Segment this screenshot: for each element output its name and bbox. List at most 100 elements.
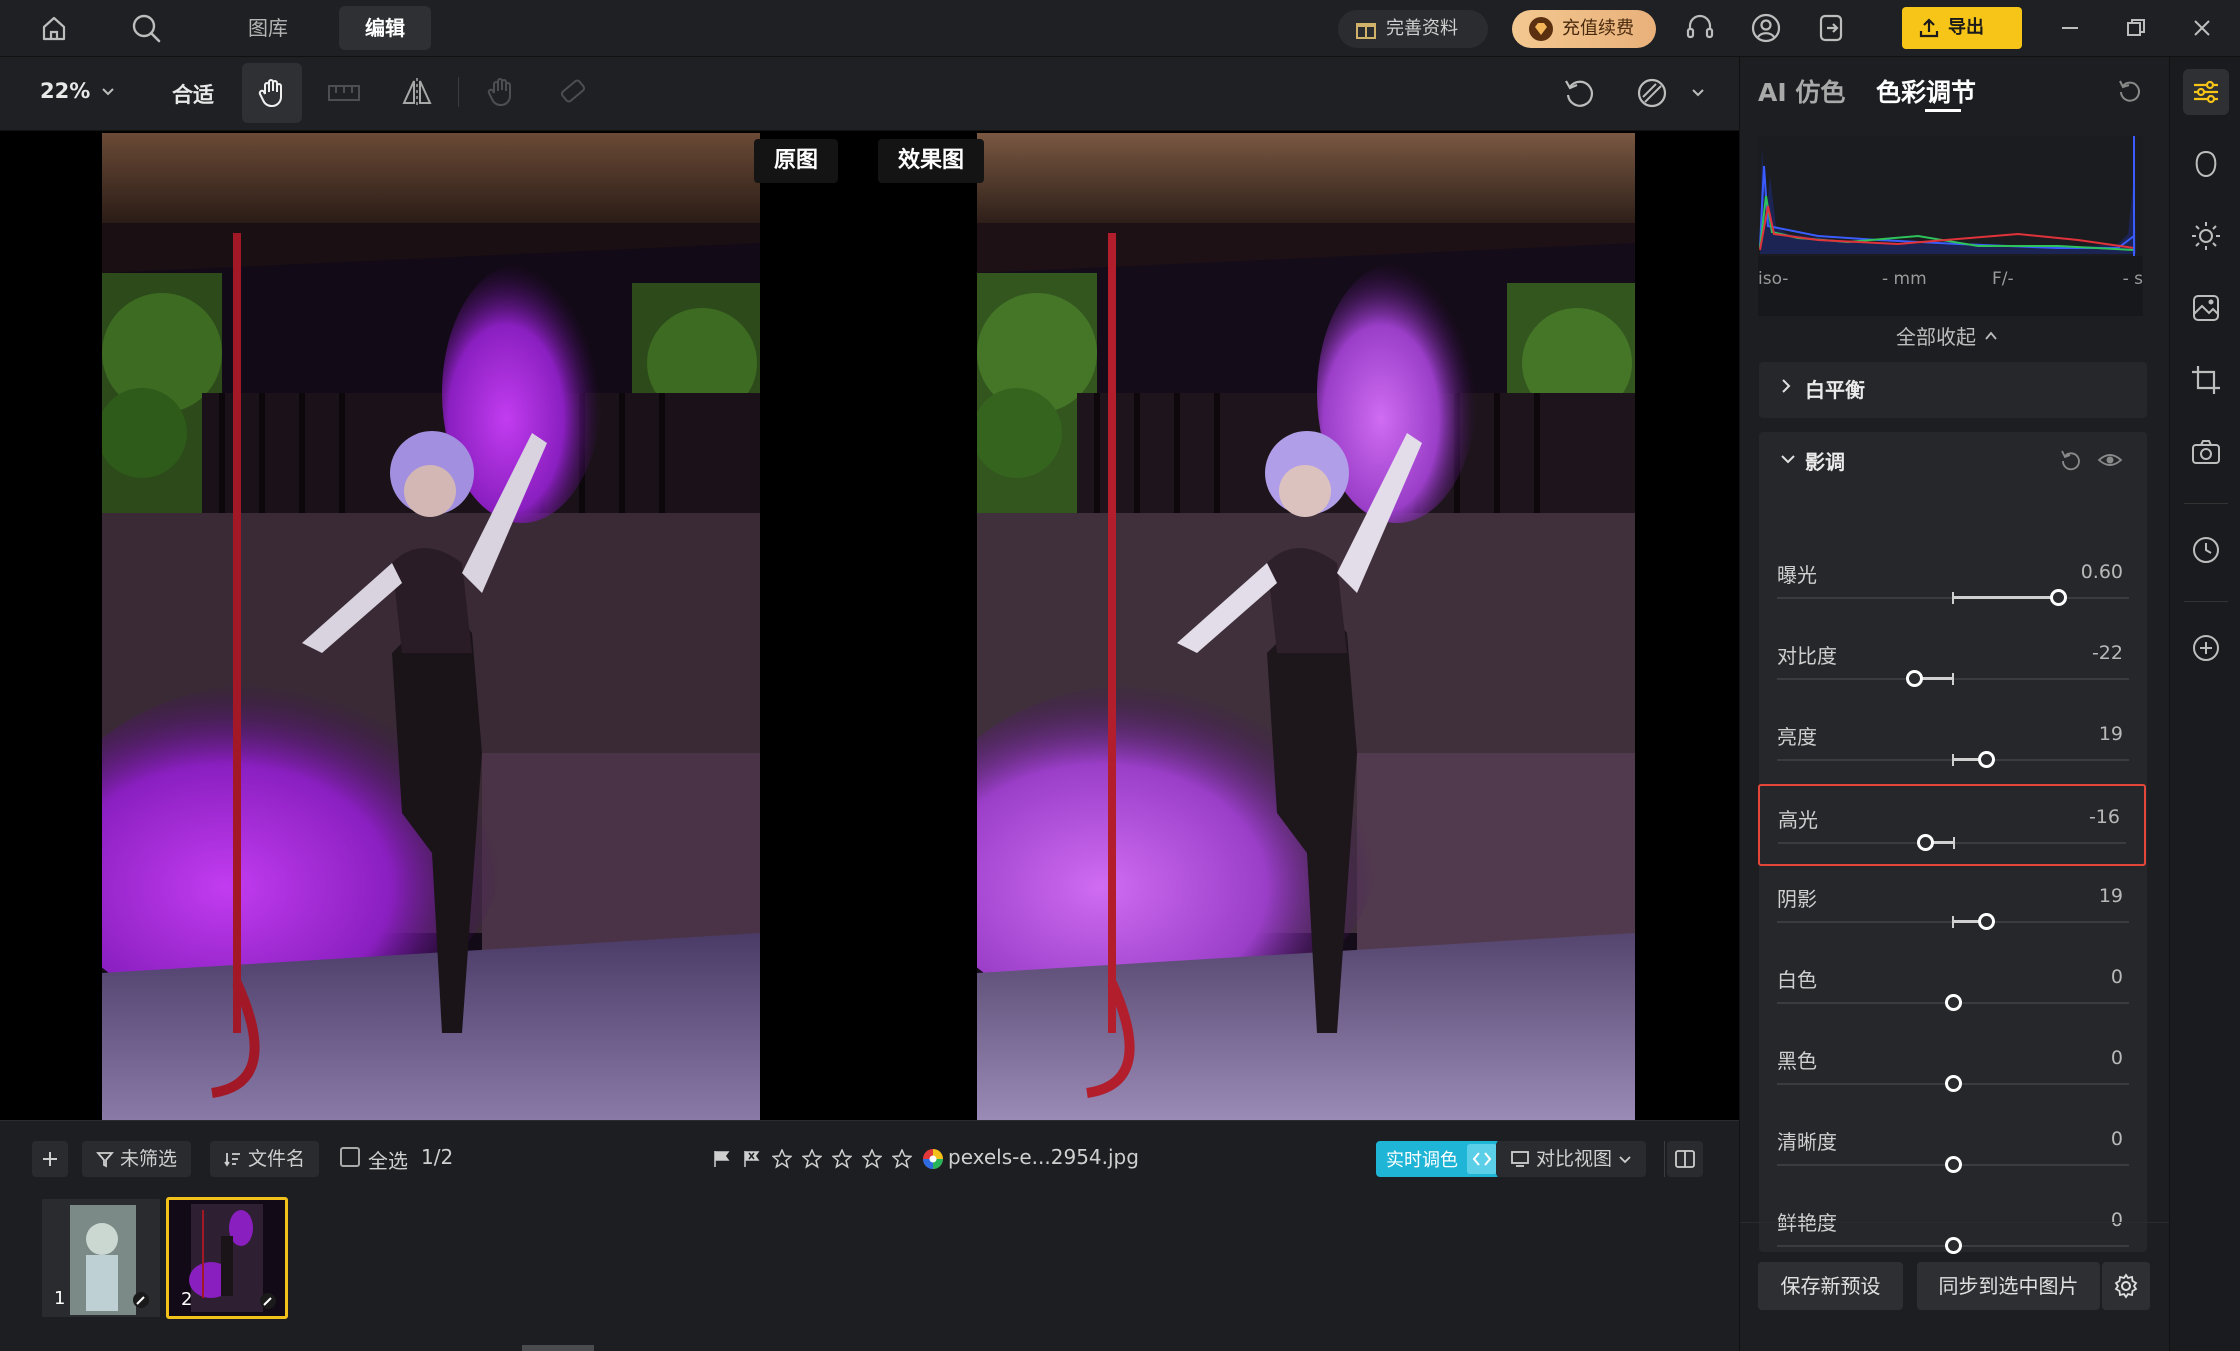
- chevron-up-icon: [1984, 329, 1998, 343]
- export-button[interactable]: 导出: [1902, 7, 2022, 49]
- slider-value[interactable]: 0: [2111, 1209, 2123, 1231]
- compare-view-select[interactable]: 对比视图: [1496, 1141, 1647, 1177]
- thumb-index: 1: [54, 1288, 66, 1309]
- chevron-down-icon[interactable]: [1779, 452, 1797, 466]
- crop-icon[interactable]: [2183, 357, 2229, 403]
- compare-mode-icon[interactable]: [1634, 75, 1670, 111]
- chevron-down-icon: [100, 83, 116, 99]
- slider-value[interactable]: 0: [2111, 966, 2123, 988]
- slider-label: 亮度: [1777, 725, 1817, 749]
- undo-icon[interactable]: [1562, 75, 1598, 111]
- fit-button[interactable]: 合适: [172, 79, 214, 109]
- effect-photo: [977, 133, 1635, 1120]
- user-icon[interactable]: [1748, 10, 1784, 46]
- face-retouch-icon[interactable]: [2183, 141, 2229, 187]
- adjust-sliders-icon[interactable]: [2183, 69, 2229, 115]
- collapse-all-button[interactable]: 全部收起: [1896, 321, 1998, 350]
- slider-row[interactable]: 黑色 0: [1759, 1039, 2147, 1109]
- minimize-icon[interactable]: [2052, 10, 2088, 46]
- select-all-checkbox[interactable]: [340, 1147, 360, 1167]
- tab-ai-match[interactable]: AI 仿色: [1758, 73, 1845, 109]
- slider-value[interactable]: 0.60: [2081, 561, 2123, 583]
- sort-icon: [224, 1150, 242, 1168]
- selection-count: 1/2: [421, 1145, 454, 1169]
- tab-color-adjust[interactable]: 色彩调节: [1876, 73, 1976, 109]
- thumbnail-1[interactable]: 1: [40, 1197, 162, 1319]
- slider-knob[interactable]: [1944, 1075, 1962, 1092]
- flag-icon[interactable]: [712, 1149, 732, 1169]
- slider-row[interactable]: 曝光 0.60: [1759, 553, 2147, 623]
- slider-knob[interactable]: [1944, 1237, 1962, 1254]
- slider-value[interactable]: 19: [2099, 723, 2123, 745]
- edited-icon: [259, 1292, 277, 1310]
- headset-icon[interactable]: [1682, 10, 1718, 46]
- star-icon[interactable]: [832, 1149, 852, 1169]
- live-adjust-toggle[interactable]: 实时调色: [1376, 1141, 1500, 1177]
- home-icon[interactable]: [36, 10, 72, 46]
- share-icon[interactable]: [1814, 10, 1850, 46]
- slider-value[interactable]: -22: [2092, 642, 2123, 664]
- hand-tool-icon[interactable]: [242, 63, 302, 123]
- search-icon[interactable]: [128, 10, 164, 46]
- slider-row[interactable]: 高光 -16: [1758, 784, 2146, 866]
- monitor-icon: [1510, 1150, 1530, 1168]
- star-icon[interactable]: [862, 1149, 882, 1169]
- history-icon[interactable]: [2183, 527, 2229, 573]
- sync-button[interactable]: 同步到选中图片: [1917, 1262, 2100, 1310]
- slider-row[interactable]: 鲜艳度 0: [1759, 1201, 2147, 1271]
- straighten-icon[interactable]: [326, 77, 362, 109]
- slider-knob[interactable]: [1977, 751, 1995, 768]
- slider-row[interactable]: 对比度 -22: [1759, 634, 2147, 704]
- slider-knob[interactable]: [1917, 834, 1935, 851]
- white-balance-section[interactable]: 白平衡: [1759, 362, 2147, 418]
- image-edit-icon[interactable]: [2183, 285, 2229, 331]
- flip-icon[interactable]: [400, 75, 434, 109]
- filter-button[interactable]: 未筛选: [82, 1141, 192, 1177]
- slider-value[interactable]: 19: [2099, 885, 2123, 907]
- slider-row[interactable]: 清晰度 0: [1759, 1120, 2147, 1190]
- restore-icon[interactable]: [2118, 10, 2154, 46]
- color-label-icon[interactable]: [922, 1148, 944, 1170]
- gear-icon[interactable]: [2102, 1262, 2150, 1310]
- close-icon[interactable]: [2184, 10, 2220, 46]
- add-icon[interactable]: [32, 1141, 68, 1177]
- add-circle-icon[interactable]: [2183, 625, 2229, 671]
- brightness-icon[interactable]: [2183, 213, 2229, 259]
- save-preset-button[interactable]: 保存新预设: [1758, 1262, 1903, 1310]
- filename-label: pexels-e...2954.jpg: [948, 1145, 1139, 1169]
- eye-icon[interactable]: [2097, 450, 2123, 470]
- sort-button[interactable]: 文件名: [210, 1141, 320, 1177]
- tab-gallery[interactable]: 图库: [222, 6, 314, 50]
- slider-value[interactable]: -16: [2089, 806, 2120, 828]
- exif-shutter: - s: [2122, 269, 2143, 289]
- complete-profile-button[interactable]: 完善资料: [1338, 10, 1488, 48]
- slider-row[interactable]: 白色 0: [1759, 958, 2147, 1028]
- star-icon[interactable]: [802, 1149, 822, 1169]
- slider-knob[interactable]: [1977, 913, 1995, 930]
- reset-icon[interactable]: [2116, 77, 2144, 105]
- slider-label: 对比度: [1777, 644, 1837, 668]
- compare-dropdown-icon[interactable]: [1690, 85, 1706, 101]
- slider-knob[interactable]: [2050, 589, 2068, 606]
- rating-bar: [712, 1148, 944, 1170]
- slider-knob[interactable]: [1905, 670, 1923, 687]
- reject-flag-icon[interactable]: [742, 1149, 762, 1169]
- tab-edit[interactable]: 编辑: [339, 6, 431, 50]
- star-icon[interactable]: [772, 1149, 792, 1169]
- star-icon[interactable]: [892, 1149, 912, 1169]
- slider-value[interactable]: 0: [2111, 1128, 2123, 1150]
- filmstrip-scrollbar[interactable]: [522, 1345, 594, 1351]
- thumbnail-2[interactable]: 2: [166, 1197, 288, 1319]
- slider-knob[interactable]: [1944, 1156, 1962, 1173]
- zoom-select[interactable]: 22%: [40, 79, 116, 103]
- recharge-button[interactable]: 充值续费: [1512, 10, 1656, 48]
- split-view-icon[interactable]: [1667, 1141, 1703, 1177]
- photo-canvas[interactable]: 原图 效果图: [0, 131, 1739, 1120]
- slider-value[interactable]: 0: [2111, 1047, 2123, 1069]
- slider-row[interactable]: 亮度 19: [1759, 715, 2147, 785]
- slider-label: 黑色: [1777, 1049, 1817, 1073]
- slider-row[interactable]: 阴影 19: [1759, 877, 2147, 947]
- camera-icon[interactable]: [2183, 429, 2229, 475]
- reset-icon[interactable]: [2059, 448, 2083, 472]
- slider-knob[interactable]: [1944, 994, 1962, 1011]
